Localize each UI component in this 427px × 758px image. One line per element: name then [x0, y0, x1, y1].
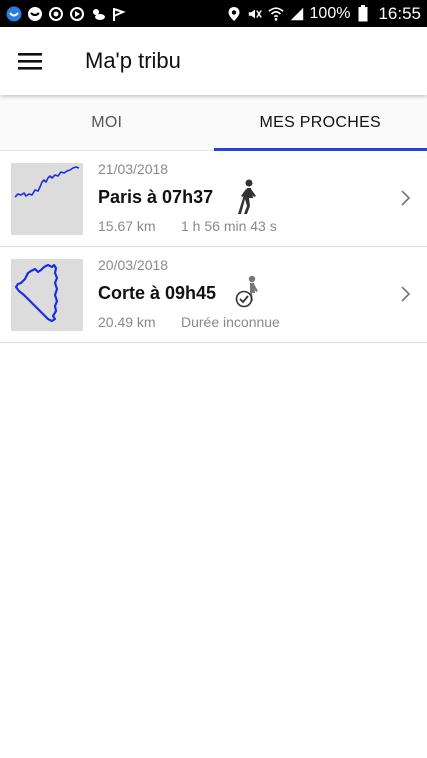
wifi-icon	[267, 6, 284, 22]
hamburger-menu-icon	[18, 53, 42, 70]
tab-mes-proches[interactable]: MES PROCHES	[213, 95, 427, 151]
flag-notification-icon	[111, 6, 127, 22]
page-title: Ma'p tribu	[85, 48, 181, 73]
trip-row[interactable]: 20/03/2018 Corte à 09h45 20.49 km Durée …	[0, 247, 427, 343]
chevron-right-icon	[401, 286, 411, 302]
trip-distance: 20.49 km	[98, 313, 156, 330]
trip-distance: 15.67 km	[98, 217, 156, 234]
trip-info: 21/03/2018 Paris à 07h37 15.67 km 1 h 56…	[98, 160, 427, 235]
trip-date: 21/03/2018	[98, 160, 169, 177]
weather-notification-icon	[90, 6, 106, 22]
menu-button[interactable]	[0, 27, 60, 95]
status-bar: 100% 16:55	[0, 0, 427, 27]
chevron-right-icon	[401, 190, 411, 206]
app-notification-icon	[6, 6, 22, 22]
route-map-thumbnail	[11, 162, 83, 235]
signal-icon	[289, 6, 305, 22]
tab-moi[interactable]: MOI	[0, 95, 214, 150]
walking-check-icon	[235, 275, 261, 311]
location-icon	[226, 6, 242, 22]
walking-icon	[235, 179, 261, 215]
status-system: 100% 16:55	[226, 4, 421, 24]
trip-row[interactable]: 21/03/2018 Paris à 07h37 15.67 km 1 h 56…	[0, 151, 427, 247]
route-map-thumbnail	[11, 258, 83, 331]
status-notifications	[6, 6, 127, 22]
mute-icon	[247, 6, 263, 22]
sync-notification-icon	[69, 6, 85, 22]
trip-duration: 1 h 56 min 43 s	[181, 217, 277, 234]
trip-list: 21/03/2018 Paris à 07h37 15.67 km 1 h 56…	[0, 151, 427, 343]
app-bar: Ma'p tribu	[0, 27, 427, 95]
battery-percentage: 100%	[309, 4, 351, 22]
clock: 16:55	[378, 3, 421, 23]
trip-info: 20/03/2018 Corte à 09h45 20.49 km Durée …	[98, 256, 427, 331]
tab-bar: MOI MES PROCHES	[0, 95, 427, 151]
trip-name: Paris à 07h37	[98, 186, 214, 207]
battery-icon	[355, 5, 371, 22]
trip-date: 20/03/2018	[98, 256, 169, 273]
trip-duration: Durée inconnue	[181, 313, 280, 330]
power-notification-icon	[48, 6, 64, 22]
trip-name: Corte à 09h45	[98, 282, 217, 303]
chat-notification-icon	[27, 6, 43, 22]
